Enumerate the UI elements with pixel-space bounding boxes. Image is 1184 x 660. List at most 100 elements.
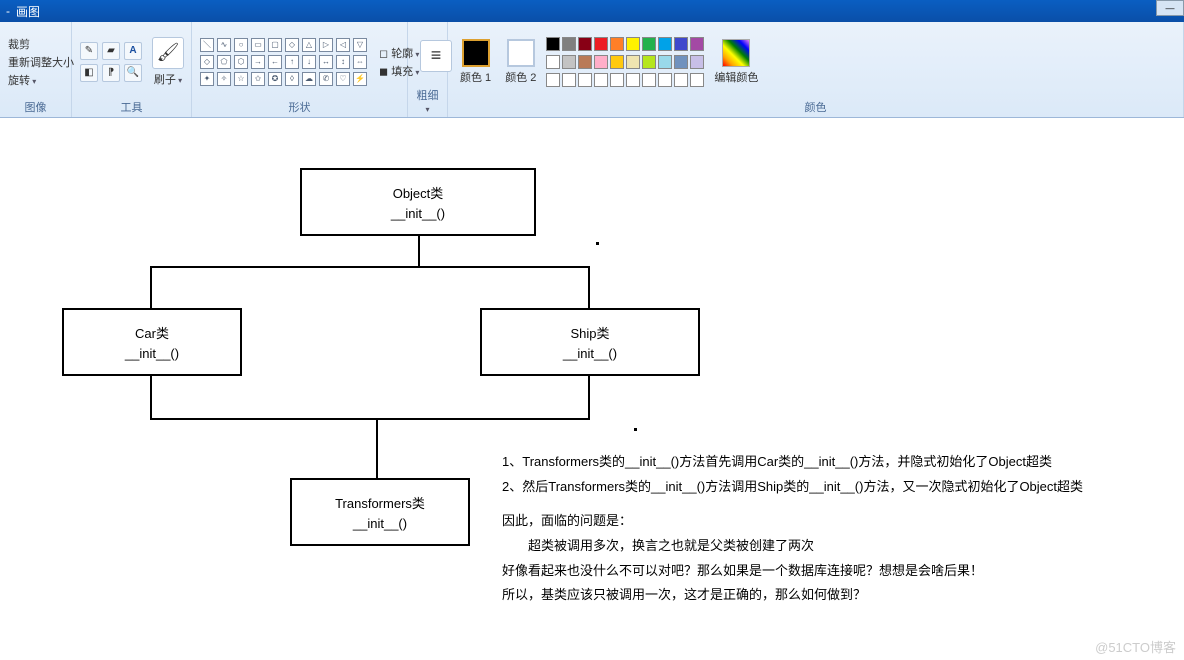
group-shapes: ＼∿○▭▢◇△▷◁▽ ◇⬠⬡→←↑↓↔↕⇔ ✦✧☆✩✪◊☁✆♡⚡ ◻ 轮廓 ◼ … [192, 22, 408, 117]
box-method: __init__() [353, 516, 407, 531]
title-text: 画图 [16, 3, 40, 20]
title-prefix: - [6, 4, 10, 18]
fill-icon: ◼ [379, 66, 391, 78]
box-title: Car类 [135, 323, 169, 342]
color-swatch[interactable] [546, 37, 560, 51]
box-method: __init__() [125, 346, 179, 361]
note-line: 2、然后Transformers类的__init__()方法调用Ship类的__… [502, 475, 1172, 500]
class-box-transformers: Transformers类 __init__() [290, 478, 470, 546]
note-line: 1、Transformers类的__init__()方法首先调用Car类的__i… [502, 450, 1172, 475]
connector [376, 418, 378, 478]
brushes-label: 刷子 [154, 71, 182, 87]
color-swatch-empty[interactable] [626, 73, 640, 87]
color-swatch-empty[interactable] [578, 73, 592, 87]
title-bar: - 画图 [0, 0, 1184, 22]
color-swatch-empty[interactable] [546, 73, 560, 87]
color2-label: 颜色 2 [505, 69, 536, 85]
stray-dot [634, 428, 637, 431]
color-swatch-empty[interactable] [594, 73, 608, 87]
color-swatch-empty[interactable] [642, 73, 656, 87]
group-colors-label: 颜色 [456, 97, 1175, 115]
brush-icon: 🖌 [152, 37, 184, 69]
color-swatch[interactable] [578, 37, 592, 51]
group-thickness: ≡ 粗细 [408, 22, 448, 117]
watermark: @51CTO博客 [1095, 637, 1176, 656]
box-title: Object类 [393, 183, 444, 202]
pencil-tool[interactable]: ✎ [80, 42, 98, 60]
shapes-gallery[interactable]: ＼∿○▭▢◇△▷◁▽ ◇⬠⬡→←↑↓↔↕⇔ ✦✧☆✩✪◊☁✆♡⚡ [200, 38, 367, 86]
edit-colors-button[interactable]: 编辑颜色 [710, 37, 762, 87]
color-swatch[interactable] [674, 55, 688, 69]
group-thickness-label: 粗细 [416, 85, 439, 115]
connector [588, 376, 590, 418]
connector [150, 266, 590, 268]
connector [150, 266, 152, 308]
color-swatch[interactable] [690, 37, 704, 51]
box-title: Ship类 [570, 323, 609, 342]
color1-swatch [462, 39, 490, 67]
color-swatch[interactable] [562, 37, 576, 51]
rotate-dropdown[interactable]: 旋转 [8, 72, 74, 88]
minimize-button[interactable]: — [1156, 0, 1184, 16]
group-shapes-label: 形状 [200, 97, 399, 115]
brushes-dropdown[interactable]: 🖌 刷子 [148, 35, 188, 89]
color-swatch[interactable] [642, 37, 656, 51]
connector [588, 266, 590, 308]
color-swatch[interactable] [658, 37, 672, 51]
box-method: __init__() [391, 206, 445, 221]
color-swatch-empty[interactable] [610, 73, 624, 87]
eraser-tool[interactable]: ◧ [80, 64, 98, 82]
class-box-ship: Ship类 __init__() [480, 308, 700, 376]
color-swatch[interactable] [642, 55, 656, 69]
color1-label: 颜色 1 [460, 69, 491, 85]
group-image: 裁剪 重新调整大小 旋转 图像 [0, 22, 72, 117]
box-title: Transformers类 [335, 493, 425, 512]
color-swatch[interactable] [594, 37, 608, 51]
note-line: 所以，基类应该只被调用一次，这才是正确的，那么如何做到？ [502, 583, 1172, 608]
notes: 1、Transformers类的__init__()方法首先调用Car类的__i… [502, 450, 1172, 608]
resize-button[interactable]: 重新调整大小 [8, 54, 74, 70]
tool-grid: ✎ ▰ A ◧ ⁋ 🔍 [80, 42, 142, 82]
color-palette [546, 37, 704, 87]
color-swatch[interactable] [610, 55, 624, 69]
class-box-car: Car类 __init__() [62, 308, 242, 376]
edit-colors-icon [722, 39, 750, 67]
color-swatch[interactable] [690, 55, 704, 69]
magnifier-tool[interactable]: 🔍 [124, 64, 142, 82]
outline-icon: ◻ [379, 48, 391, 60]
connector [150, 376, 152, 418]
color2-swatch [507, 39, 535, 67]
group-colors: 颜色 1 颜色 2 编辑颜色 颜色 [448, 22, 1184, 117]
color-swatch[interactable] [546, 55, 560, 69]
color2-button[interactable]: 颜色 2 [501, 37, 540, 87]
note-line: 好像看起来也没什么不可以对吧？那么如果是一个数据库连接呢？想想是会啥后果！ [502, 559, 1172, 584]
text-tool[interactable]: A [124, 42, 142, 60]
crop-button[interactable]: 裁剪 [8, 36, 74, 52]
color-swatch[interactable] [658, 55, 672, 69]
canvas[interactable]: Object类 __init__() Car类 __init__() Ship类… [0, 118, 1184, 660]
color-swatch-empty[interactable] [690, 73, 704, 87]
color-swatch[interactable] [626, 55, 640, 69]
group-image-label: 图像 [8, 97, 63, 115]
color-swatch-empty[interactable] [658, 73, 672, 87]
ribbon: 裁剪 重新调整大小 旋转 图像 ✎ ▰ A ◧ ⁋ 🔍 🖌 刷子 工具 [0, 22, 1184, 118]
connector [150, 418, 590, 420]
color-swatch[interactable] [578, 55, 592, 69]
class-box-object: Object类 __init__() [300, 168, 536, 236]
stray-dot [596, 242, 599, 245]
connector [418, 236, 420, 266]
color-swatch[interactable] [674, 37, 688, 51]
box-method: __init__() [563, 346, 617, 361]
color-swatch[interactable] [594, 55, 608, 69]
color-swatch[interactable] [626, 37, 640, 51]
color1-button[interactable]: 颜色 1 [456, 37, 495, 87]
fill-tool[interactable]: ▰ [102, 42, 120, 60]
color-swatch-empty[interactable] [562, 73, 576, 87]
group-tools: ✎ ▰ A ◧ ⁋ 🔍 🖌 刷子 工具 [72, 22, 192, 117]
color-swatch-empty[interactable] [674, 73, 688, 87]
note-heading: 因此，面临的问题是： [502, 509, 1172, 534]
color-swatch[interactable] [610, 37, 624, 51]
edit-colors-label: 编辑颜色 [714, 69, 758, 85]
color-swatch[interactable] [562, 55, 576, 69]
picker-tool[interactable]: ⁋ [102, 64, 120, 82]
